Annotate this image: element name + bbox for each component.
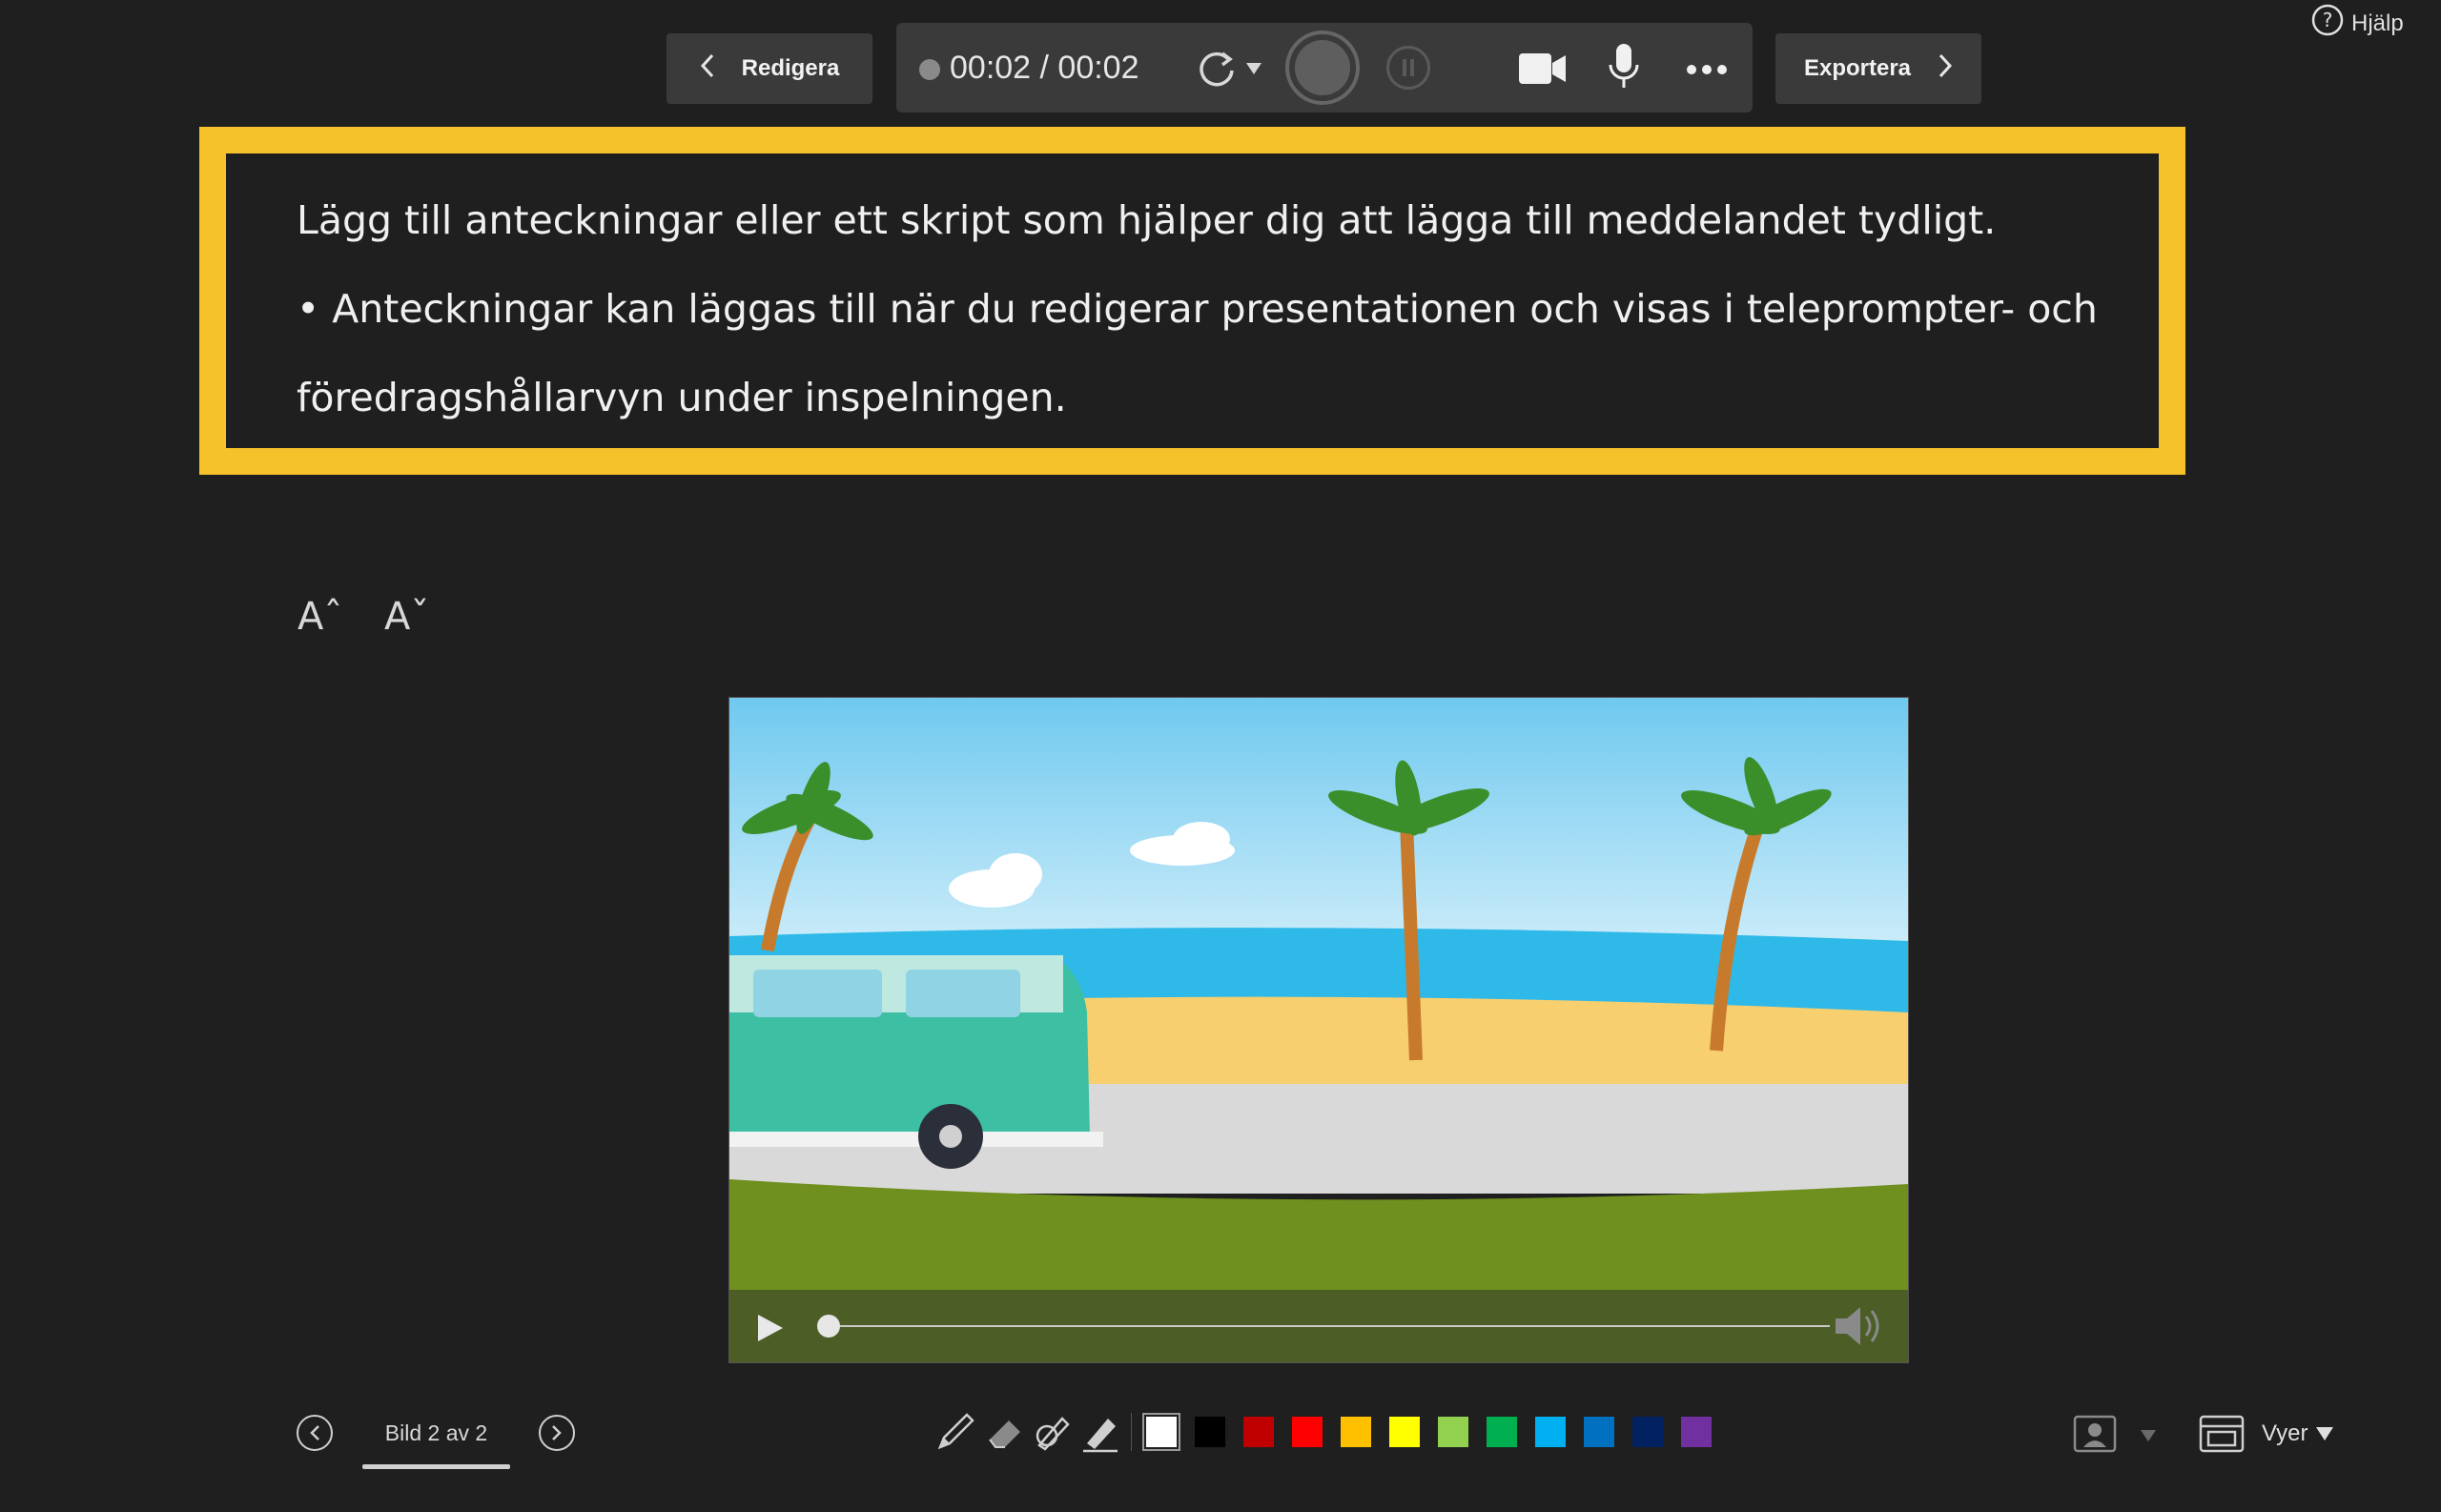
slide-indicator-underline — [362, 1464, 510, 1469]
video-player-bar — [729, 1290, 1908, 1362]
retake-dropdown-icon[interactable] — [1245, 61, 1262, 79]
slide-indicator: Bild 2 av 2 — [384, 1420, 488, 1445]
pen-color-swatch[interactable] — [1533, 1415, 1568, 1449]
camera-icon[interactable] — [1518, 50, 1568, 92]
chevron-left-icon — [700, 53, 715, 85]
notes-line: föredragshållarvyn under inspelningen. — [297, 375, 1067, 420]
pen-icon[interactable] — [934, 1411, 976, 1457]
recording-timer: 00:02 / 00:02 — [950, 50, 1139, 86]
video-progress-thumb[interactable] — [817, 1315, 840, 1338]
increase-font-button[interactable]: Aˆ — [297, 595, 342, 639]
next-slide-button[interactable] — [539, 1415, 575, 1451]
pen-eraser-icon[interactable] — [1032, 1411, 1074, 1457]
pause-icon — [1403, 59, 1414, 76]
chevron-right-icon — [552, 1425, 562, 1440]
previous-slide-button[interactable] — [297, 1415, 333, 1451]
recording-controls: 00:02 / 00:02 — [896, 23, 1753, 112]
camera-view-dropdown-icon[interactable] — [2140, 1428, 2157, 1446]
notes-pane[interactable]: Lägg till anteckningar eller ett skript … — [226, 153, 2159, 448]
pen-color-swatch[interactable] — [1142, 1413, 1180, 1451]
more-options-icon[interactable] — [1686, 61, 1728, 79]
views-label: Vyer — [2262, 1420, 2308, 1446]
pen-color-swatch[interactable] — [1193, 1415, 1227, 1449]
pen-color-swatch[interactable] — [1387, 1415, 1422, 1449]
chevron-left-icon — [310, 1425, 319, 1440]
export-button[interactable]: Exportera — [1775, 33, 1981, 104]
chevron-right-icon — [1938, 53, 1953, 85]
pen-color-swatch[interactable] — [1290, 1415, 1324, 1449]
svg-text:?: ? — [2323, 9, 2333, 31]
pen-color-swatch[interactable] — [1631, 1415, 1665, 1449]
help-label: Hjälp — [2351, 10, 2404, 36]
chevron-down-icon — [2316, 1427, 2334, 1440]
video-progress-track[interactable] — [817, 1315, 1830, 1338]
retake-icon[interactable] — [1194, 46, 1240, 95]
tool-divider — [1131, 1413, 1132, 1451]
record-icon — [1295, 40, 1350, 95]
notes-line: • Anteckningar kan läggas till när du re… — [297, 286, 2098, 332]
slide-preview — [728, 697, 1909, 1363]
eraser-icon[interactable] — [984, 1411, 1026, 1457]
pen-color-swatch[interactable] — [1582, 1415, 1616, 1449]
export-label: Exportera — [1803, 55, 1912, 81]
help-button[interactable]: ? Hjälp — [2311, 4, 2404, 43]
views-menu-button[interactable]: Vyer — [2262, 1420, 2334, 1447]
notes-line: Lägg till anteckningar eller ett skript … — [297, 197, 1997, 243]
pen-color-swatch[interactable] — [1241, 1415, 1276, 1449]
pause-button[interactable] — [1386, 46, 1430, 90]
camera-view-icon[interactable] — [2073, 1415, 2117, 1457]
highlighter-icon[interactable] — [1079, 1411, 1121, 1457]
recording-status-dot — [919, 59, 940, 80]
notes-highlight-frame: Lägg till anteckningar eller ett skript … — [199, 127, 2185, 475]
pen-color-swatch[interactable] — [1436, 1415, 1470, 1449]
edit-label: Redigera — [741, 55, 840, 81]
record-button[interactable] — [1285, 31, 1360, 105]
microphone-icon[interactable] — [1608, 42, 1640, 97]
pen-color-swatch[interactable] — [1485, 1415, 1519, 1449]
pen-color-swatch[interactable] — [1339, 1415, 1373, 1449]
play-icon[interactable] — [756, 1313, 785, 1347]
pen-color-swatch[interactable] — [1679, 1415, 1713, 1449]
beach-illustration — [729, 698, 1908, 1362]
edit-button[interactable]: Redigera — [667, 33, 872, 104]
volume-icon[interactable] — [1834, 1305, 1881, 1351]
help-icon: ? — [2311, 4, 2344, 43]
layout-view-icon[interactable] — [2199, 1415, 2245, 1457]
decrease-font-button[interactable]: Aˇ — [384, 595, 429, 639]
